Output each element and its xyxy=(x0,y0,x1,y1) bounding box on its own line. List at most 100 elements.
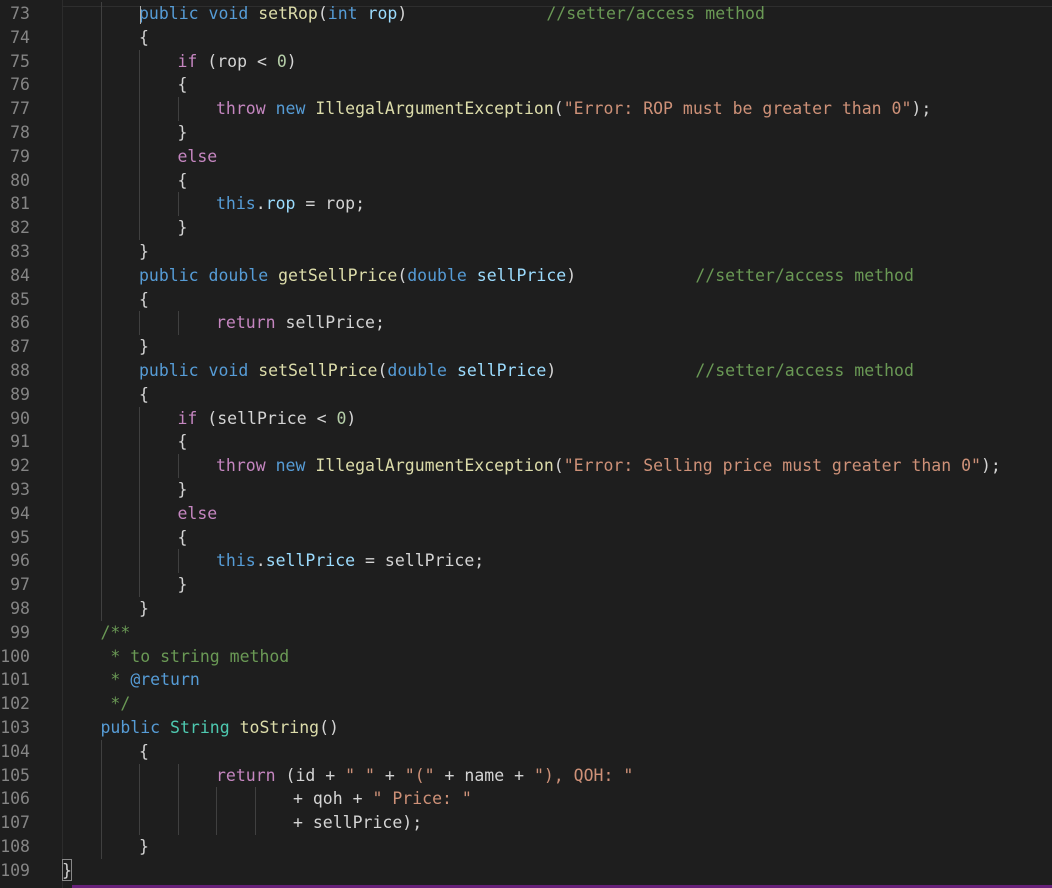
indent-guide xyxy=(100,144,102,169)
code-token: (rop < xyxy=(197,51,277,71)
code-line: /** xyxy=(62,621,1052,645)
indent-guide xyxy=(139,311,140,336)
code-line: } xyxy=(62,596,1052,621)
code-token: sellPrice; xyxy=(275,313,385,333)
code-token: { xyxy=(177,527,188,547)
code-line: } xyxy=(62,239,1052,264)
code-token: double xyxy=(407,265,467,285)
code-line: public double getSellPrice(double sellPr… xyxy=(62,263,1052,288)
code-token: int xyxy=(327,4,358,23)
indent-guide xyxy=(100,549,102,574)
code-token: (id + xyxy=(275,765,346,785)
line-number: 92 xyxy=(10,456,30,476)
code-line: + qoh + " Price: " xyxy=(62,787,1052,812)
code-line: { xyxy=(62,73,1052,98)
code-token: String xyxy=(170,717,230,737)
code-token: } xyxy=(139,598,149,618)
code-token: sellPrice xyxy=(265,551,356,571)
code-token: //setter/access method xyxy=(695,265,914,285)
line-number: 98 xyxy=(10,598,30,618)
code-line: { xyxy=(62,25,1052,50)
code-token: public xyxy=(139,360,199,380)
indent-guide xyxy=(254,787,256,812)
code-token: ) xyxy=(346,408,357,428)
code-line: } xyxy=(62,573,1052,597)
line-number: 75 xyxy=(10,51,30,71)
line-number: 100 xyxy=(0,646,30,666)
indent-guide xyxy=(177,763,179,788)
indent-guide xyxy=(177,192,179,217)
code-text: public double getSellPrice(double sellPr… xyxy=(139,264,914,288)
code-line: throw new IllegalArgumentException("Erro… xyxy=(62,454,1052,478)
line-number: 79 xyxy=(10,146,30,166)
code-line: } xyxy=(62,477,1052,502)
code-text: } xyxy=(178,121,188,145)
code-text: /** xyxy=(101,621,131,645)
line-number: 106 xyxy=(0,789,30,809)
code-line: else xyxy=(62,501,1052,526)
line-number: 74 xyxy=(10,27,30,47)
bracket-match-highlight xyxy=(62,859,72,881)
indent-guide xyxy=(100,2,102,26)
code-line: { xyxy=(62,168,1052,193)
code-text: public void setSellPrice(double sellPric… xyxy=(139,359,914,383)
code-token: "), QOH: " xyxy=(533,765,634,785)
code-token: (sellPrice < xyxy=(197,408,337,428)
indent-guide xyxy=(100,120,102,145)
code-token: { xyxy=(139,384,149,404)
indent-guide xyxy=(177,97,179,121)
indent-guide xyxy=(177,549,179,574)
indent-guide xyxy=(100,430,102,455)
indent-guide xyxy=(100,406,102,431)
line-number: 88 xyxy=(10,360,30,380)
code-line: */ xyxy=(62,692,1052,716)
code-token: throw xyxy=(216,456,266,476)
code-token: } xyxy=(139,836,149,856)
code-token: else xyxy=(177,503,218,523)
line-number: 87 xyxy=(10,337,30,357)
indent-guide xyxy=(139,573,140,597)
indent-guide xyxy=(100,573,102,597)
indent-guide xyxy=(139,454,140,478)
code-area[interactable]: public void setRop(int rop) //setter/acc… xyxy=(62,2,1052,882)
indent-guide xyxy=(100,73,102,98)
code-token: { xyxy=(139,27,149,47)
code-text: else xyxy=(178,145,218,169)
code-token: //setter/access method xyxy=(546,4,765,23)
code-editor[interactable]: 73 74 75 76 77 78 79 80 81 82 83 84 85 86 87 88 89 90 91 92… xyxy=(0,0,1052,888)
line-number: 77 xyxy=(10,99,30,119)
code-line: this.sellPrice = sellPrice; xyxy=(62,549,1052,574)
indent-guide xyxy=(177,454,179,478)
indent-guide xyxy=(100,763,102,788)
code-token: if xyxy=(177,408,198,428)
line-number: 95 xyxy=(10,527,30,547)
line-number: 94 xyxy=(10,503,30,523)
code-token: void xyxy=(208,4,249,23)
line-number: 76 xyxy=(10,75,30,95)
code-text: } xyxy=(139,240,149,264)
code-token: " Price: " xyxy=(372,789,472,809)
code-text: } xyxy=(178,216,188,240)
code-text: } xyxy=(139,597,149,621)
indent-guide xyxy=(100,382,102,407)
code-token: throw xyxy=(216,99,266,119)
code-text: * to string method xyxy=(101,645,289,669)
code-line: } xyxy=(62,216,1052,240)
line-number: 83 xyxy=(10,241,30,261)
indent-guide xyxy=(139,811,140,835)
indent-guide xyxy=(100,49,102,74)
code-text: * @return xyxy=(101,668,199,692)
code-token: "Error: Selling price must greater than … xyxy=(563,456,981,476)
line-number: 101 xyxy=(0,670,30,690)
indent-guide xyxy=(100,454,102,478)
code-token: () xyxy=(319,717,339,737)
code-token: */ xyxy=(100,694,131,714)
